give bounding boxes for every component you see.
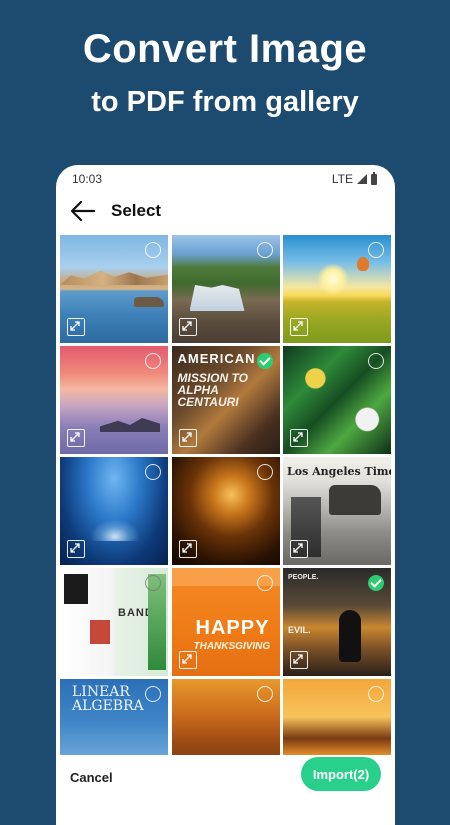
portrait-photo — [64, 574, 88, 604]
image-grid: AMERICAN MISSION TO ALPHA CENTAURI Los A… — [60, 235, 391, 787]
status-icons: LTE — [331, 171, 377, 186]
image-tile-pink-sunset-sea[interactable] — [60, 346, 168, 454]
cover-label: PEOPLE. — [288, 574, 319, 581]
status-bar: 10:03 LTE — [56, 165, 395, 193]
select-circle-icon[interactable] — [368, 686, 384, 702]
toolbar: Select — [56, 195, 395, 227]
select-circle-icon[interactable] — [145, 242, 161, 258]
promo-line-1: Convert Image — [82, 27, 368, 71]
select-circle-icon[interactable] — [145, 353, 161, 369]
battery-icon — [371, 171, 377, 185]
select-circle-icon[interactable] — [368, 242, 384, 258]
select-circle-icon[interactable] — [256, 686, 273, 702]
select-checked-icon[interactable] — [256, 353, 273, 369]
select-circle-icon[interactable] — [145, 575, 161, 591]
cancel-button[interactable]: Cancel — [70, 770, 113, 785]
image-tile-happy-thanksgiving[interactable]: HAPPY THANKSGIVING — [171, 568, 280, 676]
promo-headline: Convert Image to PDF from gallery — [0, 22, 450, 124]
image-tile-lake-mountains[interactable] — [60, 235, 168, 343]
select-circle-icon[interactable] — [145, 464, 161, 480]
mountain-shape — [60, 270, 168, 285]
expand-icon[interactable] — [67, 318, 85, 336]
expand-icon[interactable] — [290, 540, 308, 558]
image-tile-golden-sparkles[interactable] — [171, 457, 280, 565]
cover-title: EVIL. — [288, 625, 311, 635]
image-tile-tropical-leaves-flowers[interactable] — [283, 346, 391, 454]
image-tile-evil-street-silhouette[interactable]: PEOPLE. EVIL. — [283, 568, 391, 676]
image-tile-los-angeles-times[interactable]: Los Angeles Times — [283, 457, 391, 565]
select-circle-icon[interactable] — [256, 464, 273, 480]
select-circle-icon[interactable] — [368, 353, 384, 369]
book-title: LINEAR ALGEBRA — [72, 684, 144, 714]
expand-icon[interactable] — [290, 651, 308, 669]
promo-line-2: to PDF from gallery — [91, 86, 359, 118]
back-button[interactable] — [68, 197, 100, 225]
rock-shape — [134, 297, 164, 307]
magazine-masthead: AMERICAN — [177, 351, 256, 366]
image-tile-magazine-spread[interactable]: BANDA — [60, 568, 168, 676]
import-button[interactable]: Import(2) — [301, 757, 381, 791]
newspaper-masthead: Los Angeles Times — [287, 465, 391, 478]
image-tile-waterfall-rocks[interactable] — [171, 235, 280, 343]
back-arrow-icon — [70, 200, 96, 222]
network-label: LTE — [331, 172, 353, 186]
expand-icon[interactable] — [178, 318, 197, 336]
signal-icon — [357, 174, 367, 184]
select-checked-icon[interactable] — [368, 575, 384, 591]
splash-shape — [90, 519, 140, 541]
small-photo — [90, 620, 110, 644]
vintage-car-shape — [329, 485, 381, 515]
sun-shape — [317, 263, 349, 295]
phone-screen: 10:03 LTE Select AMERICAN MISSION TO ALP… — [56, 165, 395, 825]
status-time: 10:03 — [72, 172, 103, 186]
expand-icon[interactable] — [178, 651, 197, 669]
expand-icon[interactable] — [67, 540, 85, 558]
bottom-action-bar: Cancel Import(2) — [56, 755, 395, 805]
greeting-thanksgiving: THANKSGIVING — [193, 641, 271, 652]
image-tile-water-splash[interactable] — [60, 457, 168, 565]
expand-icon[interactable] — [290, 429, 308, 447]
rocks-shape — [100, 418, 160, 432]
balloon-shape — [357, 257, 369, 271]
waterfall-shape — [189, 285, 245, 311]
image-tile-magazine-alpha-centauri[interactable]: AMERICAN MISSION TO ALPHA CENTAURI — [171, 346, 280, 454]
select-circle-icon[interactable] — [145, 686, 161, 702]
greeting-happy: HAPPY — [195, 617, 270, 639]
expand-icon[interactable] — [290, 318, 308, 336]
magazine-headline: MISSION TO ALPHA CENTAURI — [177, 371, 248, 409]
select-circle-icon[interactable] — [256, 242, 273, 258]
expand-icon[interactable] — [178, 429, 197, 447]
image-tile-sunny-field[interactable] — [283, 235, 391, 343]
select-circle-icon[interactable] — [256, 575, 273, 591]
expand-icon[interactable] — [178, 540, 197, 558]
expand-icon[interactable] — [67, 429, 85, 447]
page-title: Select — [111, 201, 162, 220]
silhouette-figure — [339, 610, 361, 662]
